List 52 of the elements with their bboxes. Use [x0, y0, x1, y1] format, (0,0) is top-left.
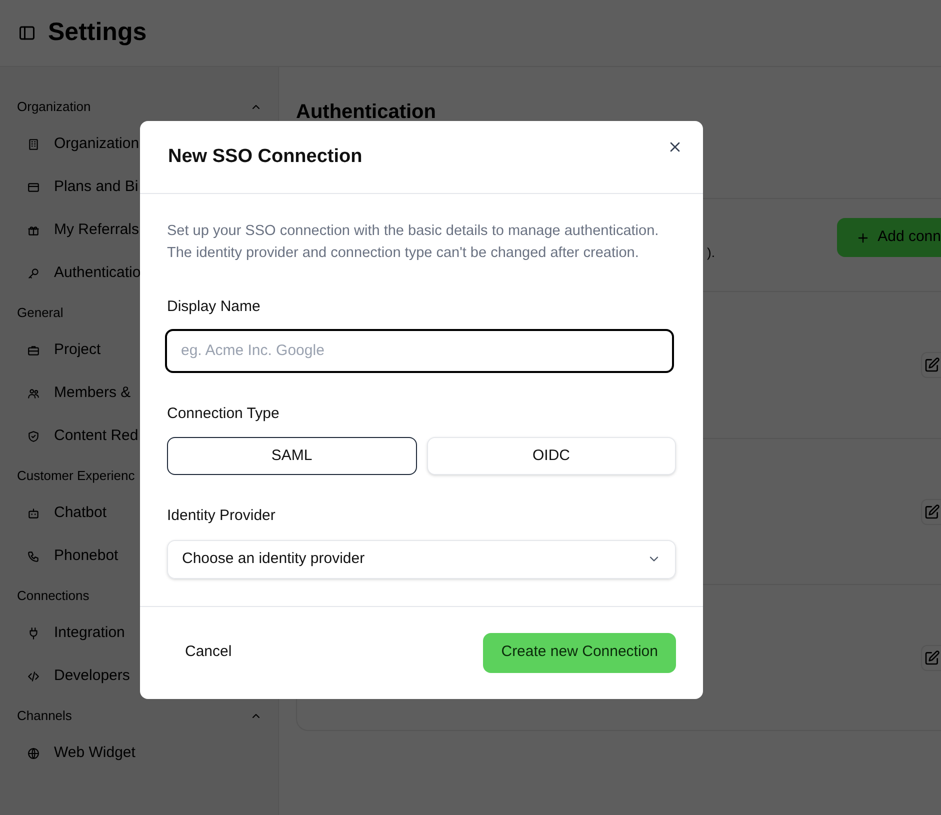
field-label: Display Name	[167, 297, 262, 317]
edit-button[interactable]	[921, 644, 941, 670]
section-label: Connections	[17, 587, 90, 606]
globe-icon	[27, 747, 40, 760]
sidebar-item[interactable]: My Referrals	[17, 209, 140, 252]
sidebar-item[interactable]: Web Widget	[17, 732, 136, 775]
phone-icon	[27, 550, 40, 563]
create-connection-button[interactable]: Create new Connection	[483, 632, 676, 672]
card-icon	[27, 181, 40, 194]
identity-provider-select[interactable]: Choose an identity provider	[167, 540, 676, 578]
sidebar-item[interactable]: Plans and Bi	[17, 166, 138, 209]
display-name-input[interactable]: eg. Acme Inc. Google	[165, 328, 674, 372]
sidebar-item[interactable]: Phonebot	[17, 535, 118, 578]
description-text: ).	[707, 244, 715, 262]
dialog-title: New SSO Connection	[168, 144, 362, 169]
sidebar-item[interactable]: Authenticatio	[17, 252, 141, 295]
sidebar-item[interactable]: Organization	[17, 123, 140, 166]
section-label: Channels	[17, 707, 72, 726]
section-label: General	[17, 304, 64, 322]
briefcase-icon	[27, 344, 40, 357]
plus-icon	[856, 230, 870, 244]
sidebar-item[interactable]: Content Red	[17, 415, 138, 458]
edit-button[interactable]	[921, 352, 941, 378]
edit-icon	[924, 650, 940, 666]
users-icon	[27, 387, 40, 400]
section-label: Customer Experienc	[17, 467, 135, 486]
building-icon	[27, 138, 40, 151]
edit-button[interactable]	[921, 498, 941, 524]
sidebar-icon	[18, 24, 36, 42]
plug-icon	[27, 627, 40, 640]
sidebar-item[interactable]: Project	[17, 329, 101, 372]
page-title: Settings	[48, 17, 147, 48]
sidebar-item[interactable]: Integration	[17, 612, 125, 655]
edit-icon	[924, 357, 940, 373]
connection-type-option[interactable]: SAML	[167, 437, 416, 475]
sidebar-item[interactable]: Developers	[17, 655, 130, 698]
shield-icon	[27, 430, 40, 443]
section-label: Organization	[17, 98, 91, 116]
cancel-button[interactable]: Cancel	[167, 632, 250, 672]
code-icon	[27, 670, 40, 683]
sidebar-item[interactable]: Members &	[17, 372, 131, 415]
key-icon	[27, 267, 40, 280]
dialog-description: Set up your SSO connection with the basic details to manage authentication. The identity provider and connection type can't be changed after creation.	[167, 222, 660, 263]
gift-icon	[27, 224, 40, 237]
field-label: Identity Provider	[167, 506, 276, 526]
bot-icon	[27, 507, 40, 520]
field-label: Connection Type	[167, 404, 280, 424]
connection-type-option[interactable]: OIDC	[426, 437, 676, 475]
sidebar-item[interactable]: Chatbot	[17, 492, 107, 535]
edit-icon	[924, 504, 940, 520]
section-title: Authentication	[296, 100, 437, 123]
add-connection-button[interactable]: Add conn	[836, 218, 941, 257]
